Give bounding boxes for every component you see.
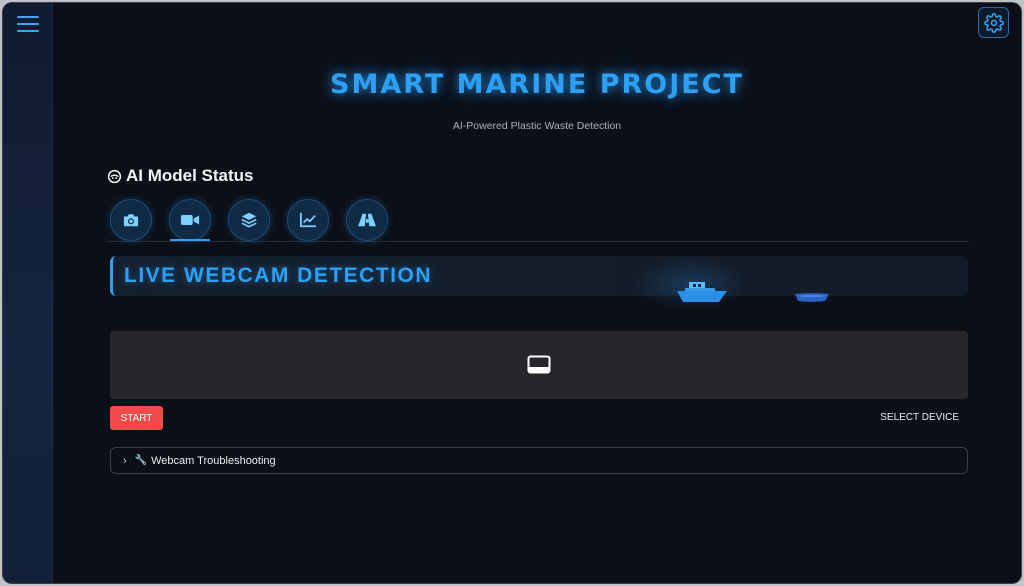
tab-batch[interactable]: [228, 199, 270, 241]
layers-icon: [241, 212, 257, 228]
monitor-icon: [527, 355, 551, 374]
camera-icon: [123, 214, 139, 227]
tab-analytics[interactable]: [287, 199, 329, 241]
wrench-icon: 🔧: [134, 455, 148, 466]
video-camera-icon: [180, 215, 200, 225]
ai-model-status[interactable]: AI Model Status: [107, 166, 254, 186]
sidebar: [3, 3, 53, 583]
chevron-right-icon: ›: [123, 454, 127, 467]
page-subtitle: AI-Powered Plastic Waste Detection: [452, 120, 622, 132]
mode-tabs: [107, 198, 969, 242]
tab-map[interactable]: [346, 199, 388, 241]
hamburger-menu-icon[interactable]: [16, 14, 40, 34]
line-chart-icon: [300, 212, 316, 228]
app-window: SMART MARINE PROJECT AI-Powered Plastic …: [2, 2, 1022, 584]
ai-model-status-label: AI Model Status: [126, 166, 254, 185]
kayak-icon: [795, 293, 829, 302]
start-button[interactable]: START: [110, 406, 163, 430]
section-title: LIVE WEBCAM DETECTION: [124, 264, 432, 287]
webcam-troubleshooting-expander[interactable]: › 🔧 Webcam Troubleshooting: [110, 447, 968, 474]
troubleshooting-label: Webcam Troubleshooting: [151, 454, 276, 467]
brain-icon: [107, 169, 122, 183]
select-device-button[interactable]: SELECT DEVICE: [880, 412, 959, 423]
active-tab-indicator: [170, 239, 210, 241]
webcam-viewport[interactable]: [110, 331, 968, 399]
map-icon: [358, 213, 376, 227]
boat-icon: [677, 282, 727, 302]
tab-photo[interactable]: [110, 199, 152, 241]
section-banner: LIVE WEBCAM DETECTION: [110, 256, 968, 296]
tab-webcam[interactable]: [169, 199, 211, 241]
gear-icon: [983, 12, 1004, 33]
settings-button[interactable]: [978, 7, 1009, 38]
page-title: SMART MARINE PROJECT: [330, 69, 744, 100]
